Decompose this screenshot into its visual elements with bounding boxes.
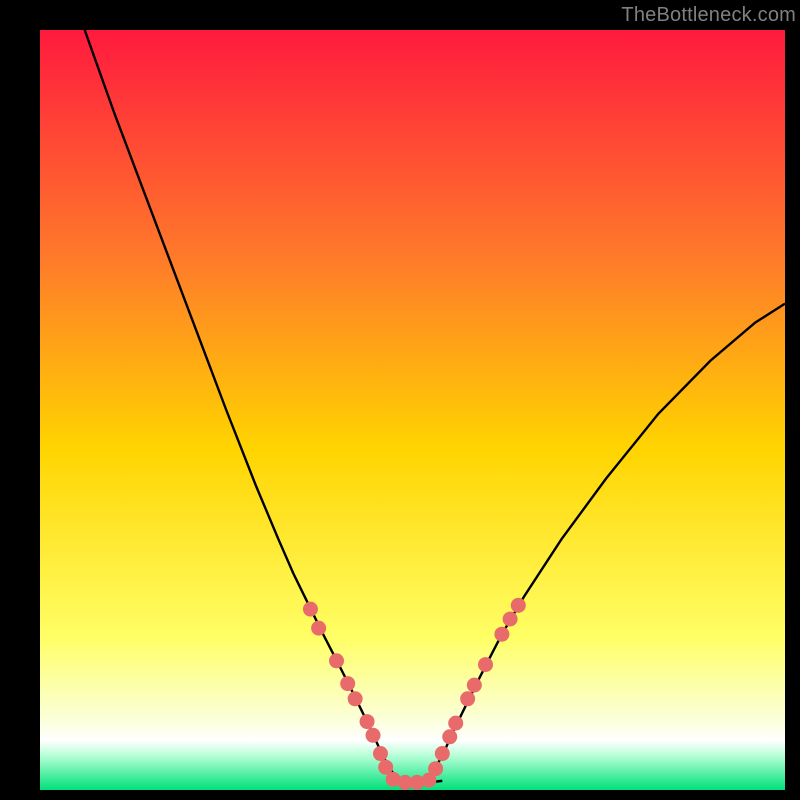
- marker-dot: [373, 746, 388, 761]
- marker-dot: [448, 716, 463, 731]
- plot-area: [40, 30, 785, 790]
- gradient-background: [40, 30, 785, 790]
- marker-dot: [348, 691, 363, 706]
- marker-dot: [340, 676, 355, 691]
- watermark-text: TheBottleneck.com: [621, 4, 796, 27]
- marker-dot: [478, 657, 493, 672]
- marker-dot: [435, 746, 450, 761]
- marker-dot: [329, 653, 344, 668]
- marker-dot: [503, 612, 518, 627]
- marker-dot: [494, 627, 509, 642]
- marker-dot: [303, 602, 318, 617]
- chart-frame: TheBottleneck.com: [0, 0, 800, 800]
- marker-dot: [366, 728, 381, 743]
- marker-dot: [467, 678, 482, 693]
- marker-dot: [360, 714, 375, 729]
- marker-dot: [442, 729, 457, 744]
- marker-dot: [311, 621, 326, 636]
- marker-dot: [428, 761, 443, 776]
- marker-dot: [511, 598, 526, 613]
- marker-dot: [460, 691, 475, 706]
- chart-svg: [40, 30, 785, 790]
